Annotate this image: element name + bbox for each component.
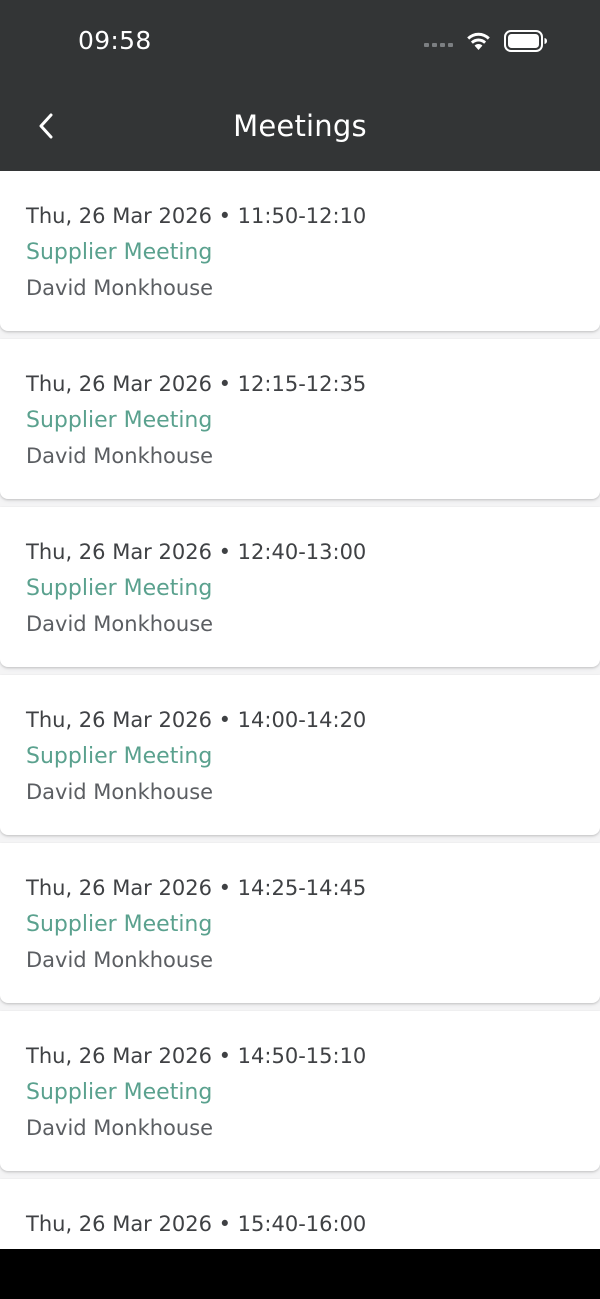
status-time: 09:58: [78, 26, 152, 55]
meetings-list[interactable]: Thu, 26 Mar 2026 • 11:50-12:10 Supplier …: [0, 171, 600, 1249]
meeting-type: Supplier Meeting: [26, 1080, 213, 1105]
meeting-type: Supplier Meeting: [26, 576, 213, 601]
meeting-card[interactable]: Thu, 26 Mar 2026 • 14:25-14:45 Supplier …: [0, 843, 600, 1003]
meeting-datetime: Thu, 26 Mar 2026 • 14:00-14:20: [26, 708, 367, 732]
meeting-person: David Monkhouse: [26, 948, 214, 972]
meeting-type: Supplier Meeting: [26, 912, 213, 937]
wifi-icon: [465, 31, 492, 51]
meeting-datetime: Thu, 26 Mar 2026 • 15:40-16:00: [26, 1212, 367, 1236]
meeting-datetime: Thu, 26 Mar 2026 • 12:15-12:35: [26, 372, 367, 396]
meeting-person: David Monkhouse: [26, 612, 214, 636]
meeting-card[interactable]: Thu, 26 Mar 2026 • 15:40-16:00: [0, 1179, 600, 1249]
meeting-card[interactable]: Thu, 26 Mar 2026 • 14:00-14:20 Supplier …: [0, 675, 600, 835]
meeting-card[interactable]: Thu, 26 Mar 2026 • 12:15-12:35 Supplier …: [0, 339, 600, 499]
meeting-person: David Monkhouse: [26, 444, 214, 468]
meeting-card[interactable]: Thu, 26 Mar 2026 • 11:50-12:10 Supplier …: [0, 171, 600, 331]
meeting-person: David Monkhouse: [26, 780, 214, 804]
page-title: Meetings: [233, 109, 367, 143]
meeting-person: David Monkhouse: [26, 276, 214, 300]
meeting-card[interactable]: Thu, 26 Mar 2026 • 14:50-15:10 Supplier …: [0, 1011, 600, 1171]
bottom-system-bar: [0, 1249, 600, 1299]
meeting-datetime: Thu, 26 Mar 2026 • 14:50-15:10: [26, 1044, 367, 1068]
meeting-card[interactable]: Thu, 26 Mar 2026 • 12:40-13:00 Supplier …: [0, 507, 600, 667]
meeting-type: Supplier Meeting: [26, 408, 213, 433]
meeting-type: Supplier Meeting: [26, 240, 213, 265]
signal-icon: [424, 43, 453, 47]
battery-icon: [504, 30, 548, 52]
app-header: 09:58 Meetings: [0, 0, 600, 171]
meeting-type: Supplier Meeting: [26, 744, 213, 769]
meeting-datetime: Thu, 26 Mar 2026 • 12:40-13:00: [26, 540, 367, 564]
meeting-datetime: Thu, 26 Mar 2026 • 11:50-12:10: [26, 204, 367, 228]
status-icons: [424, 27, 548, 55]
meeting-datetime: Thu, 26 Mar 2026 • 14:25-14:45: [26, 876, 367, 900]
meeting-person: David Monkhouse: [26, 1116, 214, 1140]
